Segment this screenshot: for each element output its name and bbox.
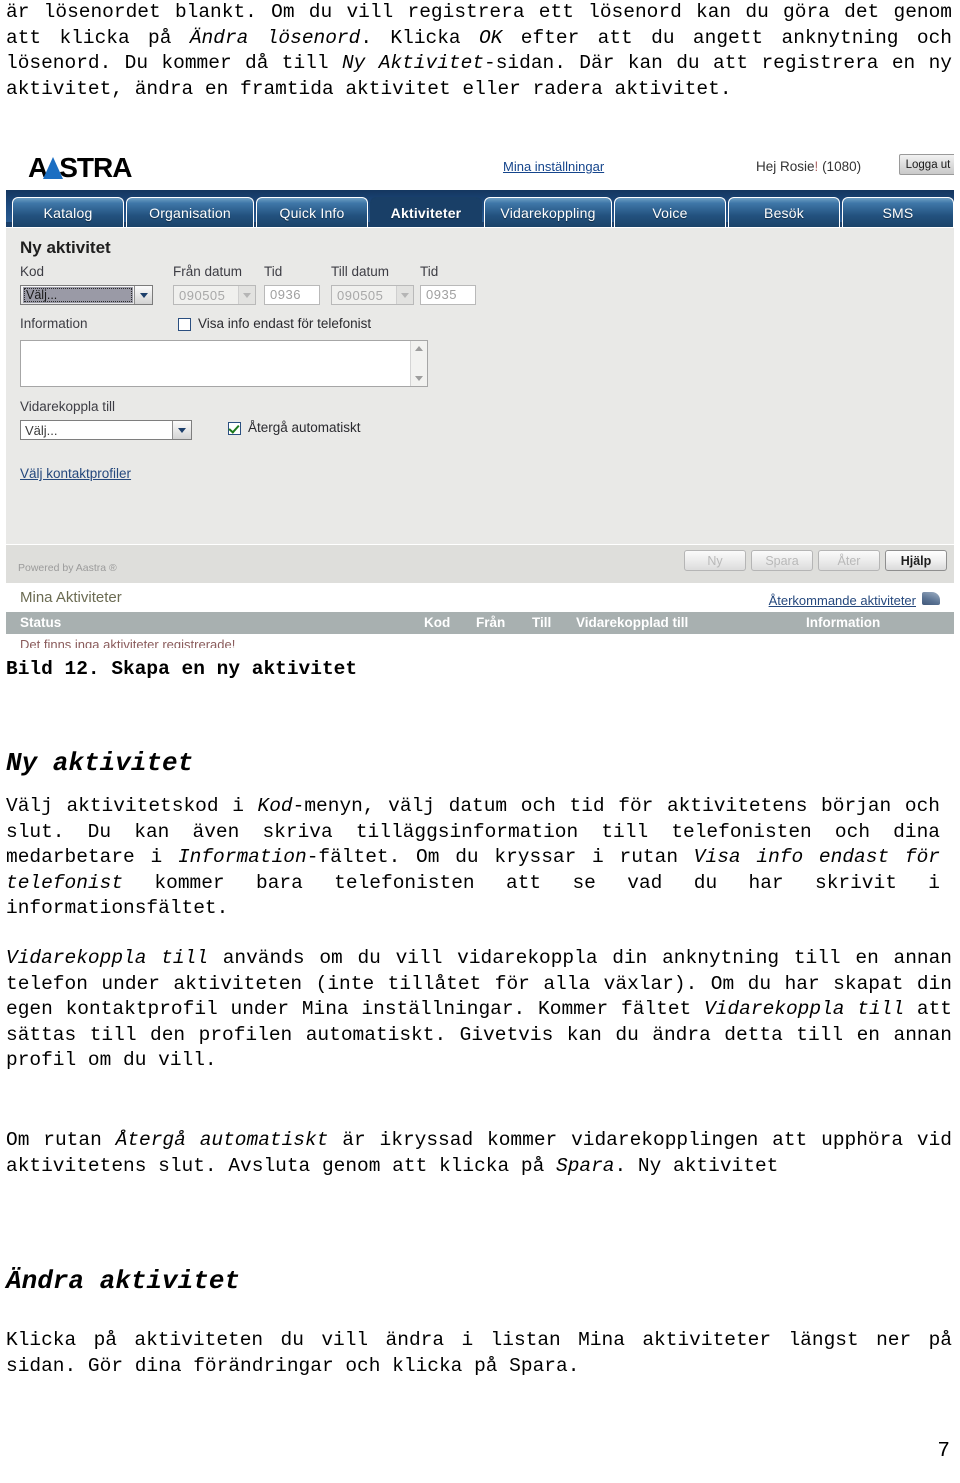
label-kod: Kod [20, 264, 45, 279]
label-to-date: Till datum [331, 264, 390, 279]
activities-empty-message: Det finns inga aktiviteter registrerade! [20, 637, 236, 648]
information-textarea[interactable] [20, 340, 428, 387]
tab-label: Organisation [149, 204, 231, 221]
tab-organisation[interactable]: Organisation [126, 197, 254, 227]
greeting-name: Hej Rosie [756, 159, 815, 174]
app-header: A STRA Mina inställningar Hej Rosie! (108… [6, 145, 954, 190]
paragraph-vidarekoppla: Vidarekoppla till används om du vill vid… [6, 947, 952, 1071]
logout-button[interactable]: Logga ut [899, 154, 954, 175]
chevron-down-icon [172, 421, 191, 439]
logo-text-right: STRA [59, 152, 132, 183]
from-date-select[interactable]: 090505 [173, 285, 256, 305]
tab-label: Katalog [43, 204, 93, 221]
auto-return-checkbox[interactable] [228, 422, 241, 435]
scroll-up-icon[interactable] [411, 341, 427, 356]
user-greeting: Hej Rosie! (1080) [756, 159, 861, 174]
page-number: 7 [937, 1440, 950, 1463]
column-header-från: Från [476, 615, 506, 630]
footer-button-åter: Åter [818, 550, 880, 571]
to-time-input[interactable]: 0935 [420, 285, 476, 305]
column-header-till: Till [532, 615, 552, 630]
to-date-value: 090505 [337, 287, 384, 303]
tab-label: Vidarekoppling [500, 204, 596, 221]
footer-button-spara: Spara [751, 550, 813, 571]
tab-sms[interactable]: SMS [842, 197, 954, 227]
kod-select[interactable]: Välj... [20, 285, 153, 305]
heading-andra-aktivitet: Ändra aktivitet [6, 1266, 241, 1296]
label-information: Information [20, 316, 88, 331]
label-from-date: Från datum [173, 264, 243, 279]
select-contact-profiles-link[interactable]: Välj kontaktprofiler [20, 466, 131, 481]
column-header-kod: Kod [424, 615, 451, 630]
greeting-exclaim: ! [814, 159, 819, 174]
app-footer: Powered by Aastra ® Ny Spara Åter Hjälp [6, 544, 954, 583]
from-date-value: 090505 [179, 287, 226, 303]
figure-caption: Bild 12. Skapa en ny aktivitet [6, 658, 358, 680]
tab-katalog[interactable]: Katalog [12, 197, 124, 227]
paragraph-ny-aktivitet: Välj aktivitetskod i Kod-menyn, välj dat… [6, 795, 941, 919]
chevron-down-icon [134, 286, 152, 304]
chevron-down-icon [238, 286, 255, 304]
tab-label: Aktiviteter [390, 204, 462, 221]
from-time-input[interactable]: 0936 [264, 285, 320, 305]
new-activity-panel: Ny aktivitet Kod Från datum Tid Till dat… [6, 227, 954, 544]
panel-title: Ny aktivitet [20, 238, 111, 257]
footer-button-ny: Ny [684, 550, 746, 571]
powered-by-label: Powered by Aastra ® [18, 562, 117, 574]
kod-select-value: Välj... [23, 287, 133, 303]
footer-button-hjälp[interactable]: Hjälp [885, 550, 947, 571]
tab-label: Besök [764, 204, 804, 221]
heading-ny-aktivitet: Ny aktivitet [6, 748, 194, 778]
forward-to-value: Välj... [25, 422, 58, 438]
intro-paragraph: är lösenordet blankt. Om du vill registr… [6, 1, 952, 100]
embedded-app-screenshot: A STRA Mina inställningar Hej Rosie! (108… [6, 145, 954, 648]
paragraph-andra-aktivitet: Klicka på aktiviteten du vill ändra i li… [6, 1329, 952, 1377]
tab-quick-info[interactable]: Quick Info [256, 197, 368, 227]
logo-triangle-icon [43, 157, 64, 179]
information-scrollbar[interactable] [410, 341, 427, 386]
tab-aktiviteter[interactable]: Aktiviteter [370, 197, 482, 227]
my-activities-section: Mina Aktiviteter Återkommande aktivitete… [6, 583, 954, 648]
label-from-time: Tid [264, 264, 283, 279]
show-info-operator-label[interactable]: Visa info endast för telefonist [198, 316, 371, 331]
main-tab-bar: Katalog Organisation Quick Info Aktiviteter… [6, 190, 954, 227]
to-date-select[interactable]: 090505 [331, 285, 414, 305]
information-textarea-value [21, 341, 410, 386]
paragraph-atergaa: Om rutan Återgå automatiskt är ikryssad … [6, 1129, 952, 1177]
forward-to-select[interactable]: Välj... [20, 420, 192, 440]
my-activities-title: Mina Aktiviteter [20, 589, 122, 606]
recurring-activities-icon[interactable] [922, 592, 940, 605]
label-to-time: Tid [420, 264, 439, 279]
chevron-down-icon [396, 286, 413, 304]
tab-voice[interactable]: Voice [614, 197, 726, 227]
column-header-status: Status [20, 615, 62, 630]
column-header-vidarekopplad-till: Vidarekopplad till [576, 615, 689, 630]
tab-label: SMS [882, 204, 914, 221]
scroll-down-icon[interactable] [411, 371, 427, 386]
greeting-extension: (1080) [822, 159, 862, 174]
recurring-activities-link[interactable]: Återkommande aktiviteter [769, 593, 916, 608]
tab-label: Quick Info [279, 204, 345, 221]
column-header-information: Information [806, 615, 881, 630]
aastra-logo: A STRA [28, 152, 132, 184]
tab-label: Voice [652, 204, 688, 221]
auto-return-label[interactable]: Återgå automatiskt [248, 420, 361, 435]
tab-besök[interactable]: Besök [728, 197, 840, 227]
label-forward-to: Vidarekoppla till [20, 399, 116, 414]
my-settings-link[interactable]: Mina inställningar [503, 159, 604, 174]
show-info-operator-checkbox[interactable] [178, 318, 191, 331]
activities-table-header: Status Kod Från Till Vidarekopplad till Infor… [6, 612, 954, 634]
tab-vidarekoppling[interactable]: Vidarekoppling [484, 197, 612, 227]
